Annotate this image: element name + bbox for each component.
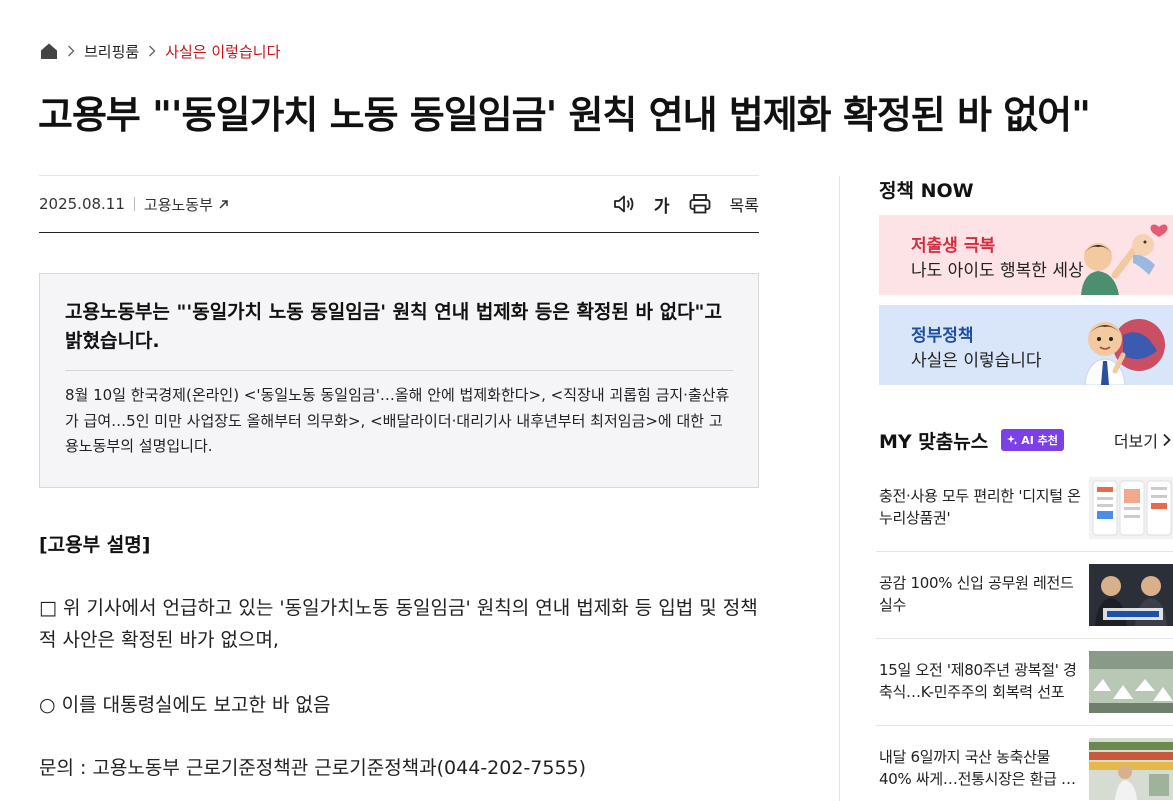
list-item[interactable]: 공감 100% 신입 공무원 레전드 실수 <box>876 552 1173 639</box>
official-character-illustration <box>1084 319 1165 385</box>
article-meta: 2025.08.11 고용노동부 가 목록 <box>39 175 759 233</box>
breadcrumb-current[interactable]: 사실은 이렇습니다 <box>165 41 280 62</box>
article-heading: [고용부 설명] <box>39 534 151 556</box>
list-item[interactable]: 충전·사용 모두 편리한 '디지털 온누리상품권' <box>876 465 1173 552</box>
agency-link[interactable]: 고용노동부 <box>144 194 229 215</box>
external-link-icon <box>219 200 228 209</box>
page-title: 고용부 "'동일가치 노동 동일임금' 원칙 연내 법제화 확정된 바 없어" <box>38 93 1091 137</box>
list-item[interactable]: 내달 6일까지 국산 농축산물 40% 싸게…전통시장은 환급 … <box>876 726 1173 801</box>
more-link[interactable]: 더보기 <box>1114 428 1173 452</box>
agency-label: 고용노동부 <box>143 195 213 214</box>
print-icon[interactable] <box>688 193 712 215</box>
news-title: 충전·사용 모두 편리한 '디지털 온누리상품권' <box>879 487 1081 527</box>
news-thumbnail <box>1089 651 1173 713</box>
banner-title: 정부정책 <box>911 326 974 346</box>
parent-child-illustration <box>1081 224 1168 295</box>
news-title: 공감 100% 신입 공무원 레전드 실수 <box>879 574 1074 614</box>
chevron-right-icon <box>145 44 159 58</box>
news-thumbnail <box>1089 477 1173 539</box>
article-body: [고용부 설명] □ 위 기사에서 언급하고 있는 '동일가치노동 동일임금' … <box>39 530 759 784</box>
banner-title: 저출생 극복 <box>911 236 996 256</box>
article-date: 2025.08.11 <box>39 195 125 213</box>
sparkle-icon <box>1007 434 1018 445</box>
more-label: 더보기 <box>1113 432 1158 451</box>
banner-subtitle: 사실은 이렇습니다 <box>911 351 1042 371</box>
my-news-list: 충전·사용 모두 편리한 '디지털 온누리상품권' 공감 100% 신입 공무원 <box>876 465 1173 801</box>
summary-lead: 고용노동부는 "'동일가치 노동 동일임금' 원칙 연내 법제화 등은 확정된 … <box>65 301 722 352</box>
list-item[interactable]: 15일 오전 '제80주년 광복절' 경축식…K-민주주의 회복력 선포 <box>876 639 1173 726</box>
home-icon[interactable] <box>40 42 58 60</box>
speaker-icon[interactable] <box>612 193 636 215</box>
summary-divider <box>65 370 733 371</box>
column-divider <box>839 176 840 801</box>
chevron-right-icon <box>64 44 78 58</box>
banner-government-policy[interactable]: 정부정책 사실은 이렇습니다 <box>879 305 1173 385</box>
breadcrumb: 브리핑룸 사실은 이렇습니다 <box>40 40 280 62</box>
sidebar: 정책 NOW 저출생 극복 나도 아이도 행복한 세상 정부정책 사실은 이렇습… <box>879 176 1173 385</box>
meta-divider <box>133 197 135 211</box>
banner-low-birthrate[interactable]: 저출생 극복 나도 아이도 행복한 세상 <box>879 215 1173 295</box>
chevron-right-icon <box>1163 433 1171 447</box>
summary-box: 고용노동부는 "'동일가치 노동 동일임금' 원칙 연내 법제화 등은 확정된 … <box>39 273 759 488</box>
list-button[interactable]: 목록 <box>730 192 759 216</box>
summary-body: 8월 10일 한국경제(온라인) <'동일노동 동일임금'…올해 안에 법제화한… <box>65 386 730 455</box>
article-paragraph: ○ 이를 대통령실에도 보고한 바 없음 <box>39 694 331 716</box>
policy-now-title: 정책 NOW <box>879 180 974 202</box>
news-title: 내달 6일까지 국산 농축산물 40% 싸게…전통시장은 환급 … <box>879 748 1076 788</box>
my-news-header: MY 맞춤뉴스 AI 추천 더보기 <box>879 426 1173 454</box>
article-paragraph: □ 위 기사에서 언급하고 있는 '동일가치노동 동일임금' 원칙의 연내 법제… <box>39 597 758 651</box>
ai-recommend-badge: AI 추천 <box>1001 429 1064 451</box>
news-title: 15일 오전 '제80주년 광복절' 경축식…K-민주주의 회복력 선포 <box>879 661 1077 701</box>
banner-subtitle: 나도 아이도 행복한 세상 <box>911 261 1084 281</box>
news-thumbnail <box>1089 564 1173 626</box>
article-tools: 가 목록 <box>594 176 759 232</box>
breadcrumb-briefing-room[interactable]: 브리핑룸 <box>84 41 139 62</box>
my-news-title: MY 맞춤뉴스 <box>879 430 989 453</box>
article-contact: 문의 : 고용노동부 근로기준정책관 근로기준정책과(044-202-7555) <box>39 757 587 779</box>
news-thumbnail <box>1089 738 1173 800</box>
ai-badge-label: AI 추천 <box>1021 434 1058 447</box>
font-size-button[interactable]: 가 <box>654 192 670 217</box>
